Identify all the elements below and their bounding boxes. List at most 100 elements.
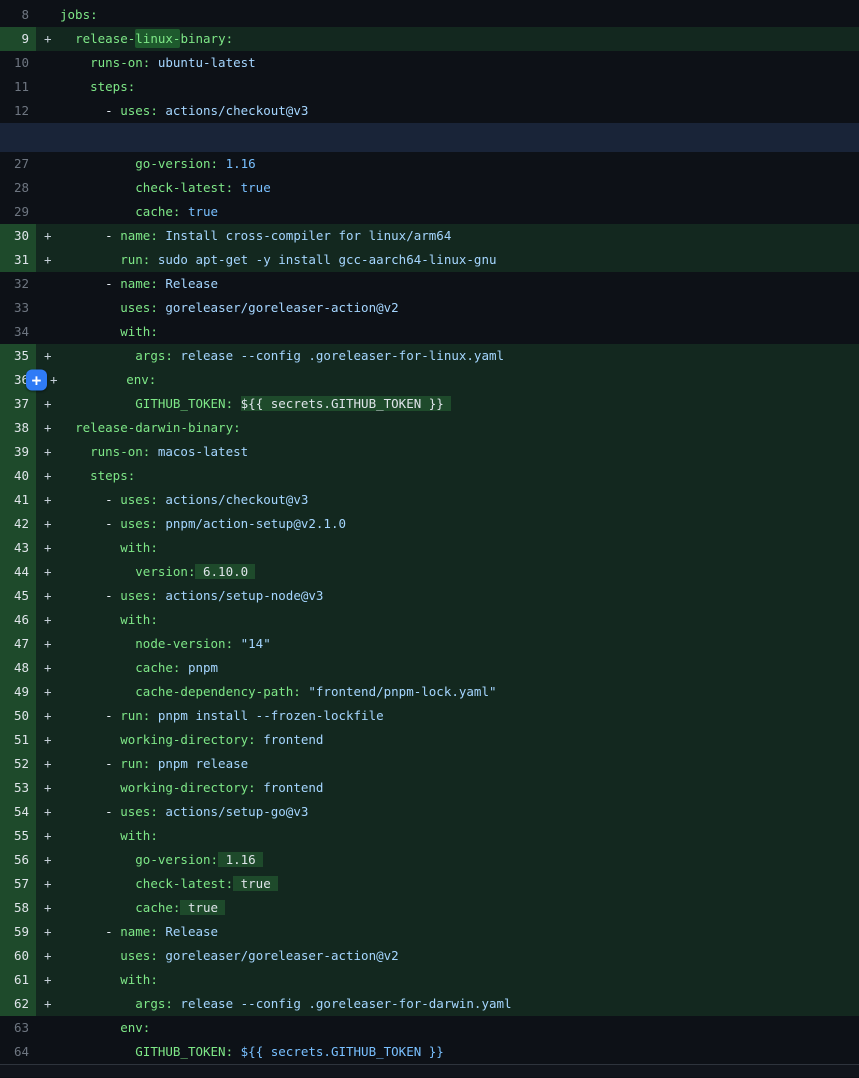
code-token-key: args: [135,996,173,1011]
diff-marker-empty [36,152,60,176]
line-number[interactable]: 53 [0,776,36,800]
code-line: - uses: actions/checkout@v3 [60,488,859,512]
code-token-plain [66,372,126,387]
line-number[interactable]: 33 [0,296,36,320]
line-number[interactable]: 54 [0,800,36,824]
line-number[interactable]: 55 [0,824,36,848]
diff-line-35: 35+ args: release --config .goreleaser-f… [0,344,859,368]
code-line: check-latest: true [60,176,859,200]
line-number[interactable]: 39 [0,440,36,464]
diff-line-58: 58+ cache: true [0,896,859,920]
code-line: cache: pnpm [60,656,859,680]
line-number[interactable]: 31 [0,248,36,272]
code-token-plain [60,444,90,459]
line-number[interactable]: 30 [0,224,36,248]
diff-added-marker: + [36,584,60,608]
line-number[interactable]: 57 [0,872,36,896]
code-token-plain: - [60,756,120,771]
line-number[interactable]: 45 [0,584,36,608]
line-number[interactable]: 37 [0,392,36,416]
diff-line-64: 64 GITHUB_TOKEN: ${{ secrets.GITHUB_TOKE… [0,1040,859,1064]
code-token-plain [60,684,135,699]
line-number[interactable]: 8 [0,3,36,27]
diff-line-61: 61+ with: [0,968,859,992]
line-number[interactable]: 29 [0,200,36,224]
code-token-key: run: [120,252,150,267]
code-token-str: macos-latest [150,444,248,459]
expand-hunk-row[interactable] [0,123,859,152]
code-token-str: frontend [256,732,324,747]
add-comment-button[interactable]: + [26,370,47,391]
code-token-key: uses: [120,492,158,507]
diff-line-41: 41+ - uses: actions/checkout@v3 [0,488,859,512]
code-line: version: 6.10.0 [60,560,859,584]
line-number[interactable]: 40 [0,464,36,488]
line-number[interactable]: 51 [0,728,36,752]
diff-added-marker: + [36,968,60,992]
line-number[interactable]: 50 [0,704,36,728]
line-number[interactable]: 35 [0,344,36,368]
code-token-str: Release [158,276,218,291]
code-line: cache-dependency-path: "frontend/pnpm-lo… [60,680,859,704]
line-number[interactable]: 43 [0,536,36,560]
line-number[interactable]: 28 [0,176,36,200]
code-token-key: GITHUB_TOKEN: [135,1044,233,1059]
code-line: release-darwin-binary: [60,416,859,440]
code-token-plain: - [60,103,120,118]
line-number[interactable]: 46 [0,608,36,632]
code-token-key: release-darwin-binary: [75,420,241,435]
line-number[interactable]: 34 [0,320,36,344]
line-number[interactable]: 38 [0,416,36,440]
code-token-key: jobs: [60,7,98,22]
line-number[interactable]: 61 [0,968,36,992]
line-number[interactable]: 47 [0,632,36,656]
code-token-str: ubuntu-latest [150,55,255,70]
diff-line-12: 12 - uses: actions/checkout@v3 [0,99,859,123]
line-number[interactable]: 42 [0,512,36,536]
code-token-str: release --config .goreleaser-for-darwin.… [173,996,512,1011]
code-token-num: ${{ secrets.GITHUB_TOKEN }} [241,396,451,411]
line-number[interactable]: 49 [0,680,36,704]
code-token-num: true [233,180,278,195]
diff-marker-empty [36,272,60,296]
line-number[interactable]: 9 [0,27,36,51]
code-line: with: [60,824,859,848]
line-number[interactable]: 32 [0,272,36,296]
line-number[interactable]: 44 [0,560,36,584]
code-token-key: env: [120,1020,150,1035]
code-token-key: name: [120,276,158,291]
line-number[interactable]: 48 [0,656,36,680]
code-line: go-version: 1.16 [60,152,859,176]
line-number[interactable]: 60 [0,944,36,968]
line-number[interactable]: 10 [0,51,36,75]
code-token-plain [60,324,120,339]
diff-line-55: 55+ with: [0,824,859,848]
diff-line-31: 31+ run: sudo apt-get -y install gcc-aar… [0,248,859,272]
diff-added-marker: + [36,248,60,272]
line-number[interactable]: 59 [0,920,36,944]
line-number[interactable]: 41 [0,488,36,512]
code-token-str: pnpm/action-setup@v2.1.0 [158,516,346,531]
diff-line-38: 38+ release-darwin-binary: [0,416,859,440]
line-number[interactable]: 27 [0,152,36,176]
diff-line-39: 39+ runs-on: macos-latest [0,440,859,464]
code-token-str: sudo apt-get -y install gcc-aarch64-linu… [150,252,496,267]
line-number[interactable]: 12 [0,99,36,123]
code-line: - name: Install cross-compiler for linux… [60,224,859,248]
code-line: working-directory: frontend [60,728,859,752]
line-number[interactable]: 52 [0,752,36,776]
diff-added-marker: + [36,992,60,1016]
code-token-num: 6.10.0 [195,564,255,579]
diff-added-marker: + [36,776,60,800]
line-number[interactable]: 56 [0,848,36,872]
line-number[interactable]: 58 [0,896,36,920]
code-token-key: uses: [120,300,158,315]
line-number[interactable]: 11 [0,75,36,99]
diff-marker-empty [36,296,60,320]
code-token-key: working-directory: [120,780,255,795]
line-number[interactable]: 63 [0,1016,36,1040]
code-token-plain: - [60,924,120,939]
line-number[interactable]: 62 [0,992,36,1016]
line-number[interactable]: 64 [0,1040,36,1064]
diff-added-marker: + [36,27,60,51]
